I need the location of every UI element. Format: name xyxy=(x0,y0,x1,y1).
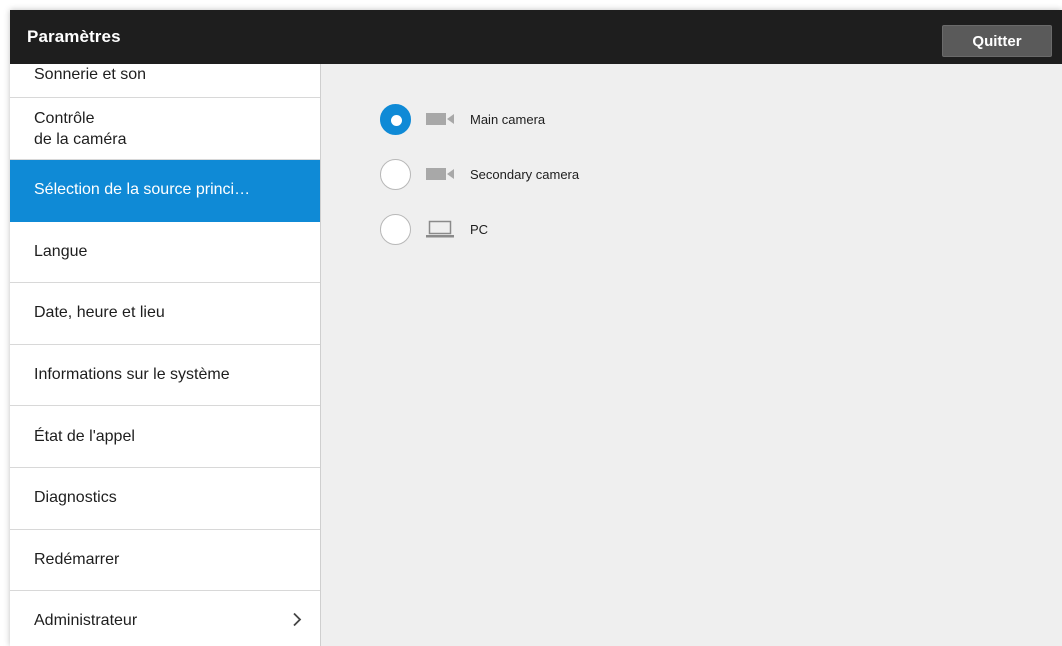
sidebar-item-label: Date, heure et lieu xyxy=(34,304,165,322)
camera-icon xyxy=(426,109,456,129)
sidebar-item-call-status[interactable]: État de l'appel xyxy=(10,406,320,468)
quit-button[interactable]: Quitter xyxy=(942,25,1052,57)
sidebar-item-label: État de l'appel xyxy=(34,427,135,445)
radio-button[interactable] xyxy=(380,158,411,190)
sidebar-item-camera-control[interactable]: Contrôle de la caméra xyxy=(10,98,320,160)
sidebar[interactable]: Sonnerie et son Contrôle de la caméra Sé… xyxy=(10,64,321,646)
sidebar-item-label: Sélection de la source princi… xyxy=(34,181,251,199)
camera-icon xyxy=(426,164,456,184)
radio-button[interactable] xyxy=(380,103,411,135)
laptop-icon xyxy=(426,219,456,239)
sidebar-item-label: Contrôle de la caméra xyxy=(34,109,127,148)
source-option-pc[interactable]: PC xyxy=(380,213,488,245)
sidebar-item-label: Langue xyxy=(34,242,88,260)
sidebar-item-administrator[interactable]: Administrateur xyxy=(10,591,320,646)
sidebar-item-ringtone-sound[interactable]: Sonnerie et son xyxy=(10,64,320,98)
sidebar-item-restart[interactable]: Redémarrer xyxy=(10,530,320,592)
source-option-label: Main camera xyxy=(470,111,546,127)
sidebar-item-label: Administrateur xyxy=(34,612,138,630)
radio-button[interactable] xyxy=(380,213,411,245)
sidebar-item-label: Diagnostics xyxy=(34,489,117,507)
sidebar-item-label: Sonnerie et son xyxy=(34,66,147,83)
settings-window: Paramètres Quitter Sonnerie et son Contr… xyxy=(10,10,1062,646)
source-selection-panel: Main camera Secondary camera PC xyxy=(322,64,1062,646)
sidebar-item-main-source[interactable]: Sélection de la source princi… xyxy=(10,160,320,222)
source-option-main-camera[interactable]: Main camera xyxy=(380,103,545,135)
top-bar: Paramètres Quitter xyxy=(10,10,1062,64)
source-option-label: Secondary camera xyxy=(470,166,580,182)
sidebar-item-language[interactable]: Langue xyxy=(10,222,320,284)
sidebar-item-system-info[interactable]: Informations sur le système xyxy=(10,345,320,407)
page-title: Paramètres xyxy=(27,27,121,46)
source-option-secondary-camera[interactable]: Secondary camera xyxy=(380,158,579,190)
sidebar-item-label: Informations sur le système xyxy=(34,366,230,384)
sidebar-item-diagnostics[interactable]: Diagnostics xyxy=(10,468,320,530)
sidebar-item-date-time-location[interactable]: Date, heure et lieu xyxy=(10,283,320,345)
chevron-right-icon xyxy=(292,611,302,632)
sidebar-item-label: Redémarrer xyxy=(34,550,120,568)
source-option-label: PC xyxy=(470,221,489,237)
sidebar-list: Sonnerie et son Contrôle de la caméra Sé… xyxy=(10,64,320,646)
